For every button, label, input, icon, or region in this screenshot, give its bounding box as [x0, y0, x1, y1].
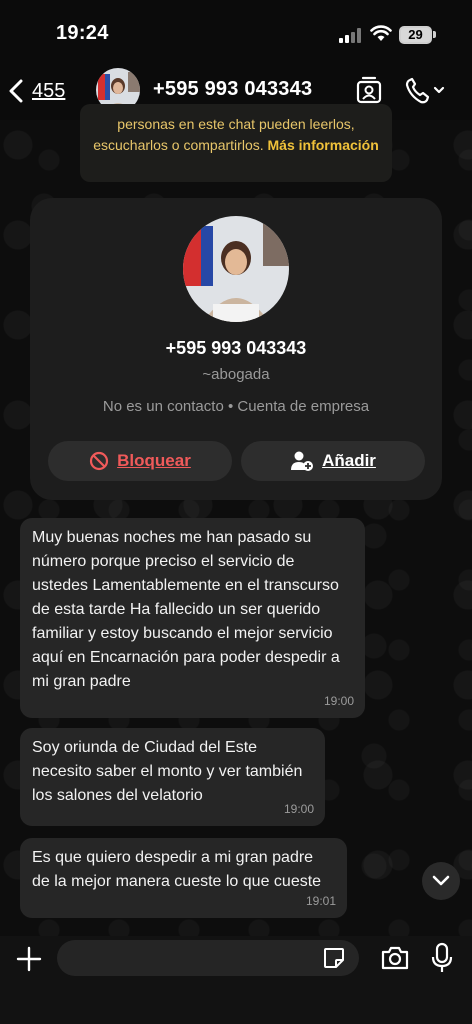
message-bubble[interactable]: Muy buenas noches me han pasado su númer…	[20, 518, 365, 718]
battery-icon: 29	[399, 26, 432, 44]
block-label: Bloquear	[117, 451, 191, 470]
back-button[interactable]: 455	[8, 76, 65, 106]
message-text: Es que quiero despedir a mi gran padre d…	[32, 849, 322, 890]
scroll-down-button[interactable]	[422, 862, 460, 900]
wifi-icon	[370, 25, 392, 41]
battery-tip	[433, 31, 436, 38]
message-time: 19:00	[283, 802, 314, 816]
chat-title[interactable]: +595 993 043343	[153, 78, 312, 101]
message-time: 19:01	[305, 894, 336, 908]
camera-icon[interactable]	[380, 944, 410, 972]
plus-icon[interactable]	[14, 944, 44, 974]
signal-icon	[339, 27, 363, 43]
profile-meta: No es un contacto • Cuenta de empresa	[102, 398, 370, 415]
message-bubble[interactable]: Es que quiero despedir a mi gran padre d…	[20, 838, 347, 918]
call-button[interactable]	[404, 76, 448, 106]
chevron-left-icon	[9, 79, 23, 103]
profile-card: +595 993 043343 ~abogada No es un contac…	[30, 198, 442, 500]
message-text: Muy buenas noches me han pasado su númer…	[32, 529, 340, 690]
add-user-icon	[291, 451, 314, 471]
message-bubble[interactable]: Soy oriunda de Ciudad del Este necesito …	[20, 728, 325, 826]
microphone-icon[interactable]	[430, 942, 454, 974]
composer-bar	[0, 936, 472, 1024]
message-input[interactable]	[57, 940, 359, 976]
contact-card-icon[interactable]	[355, 76, 383, 104]
more-info-link[interactable]: Más información	[268, 137, 379, 153]
chevron-down-icon	[432, 875, 450, 886]
status-time: 19:24	[56, 22, 109, 44]
encryption-notice[interactable]: personas en este chat pueden leerlos, es…	[80, 104, 392, 182]
profile-photo[interactable]	[183, 216, 289, 322]
message-time: 19:00	[323, 694, 354, 708]
message-text: Soy oriunda de Ciudad del Este necesito …	[32, 739, 303, 804]
sticker-icon[interactable]	[322, 946, 346, 970]
status-bar: 19:24 29	[0, 0, 472, 62]
profile-username: ~abogada	[202, 366, 270, 383]
block-button[interactable]: Bloquear	[48, 441, 232, 481]
block-icon	[90, 451, 109, 471]
profile-number: +595 993 043343	[165, 338, 307, 358]
unread-count: 455	[32, 79, 66, 102]
add-contact-button[interactable]: Añadir	[241, 441, 425, 481]
add-label: Añadir	[322, 451, 376, 470]
